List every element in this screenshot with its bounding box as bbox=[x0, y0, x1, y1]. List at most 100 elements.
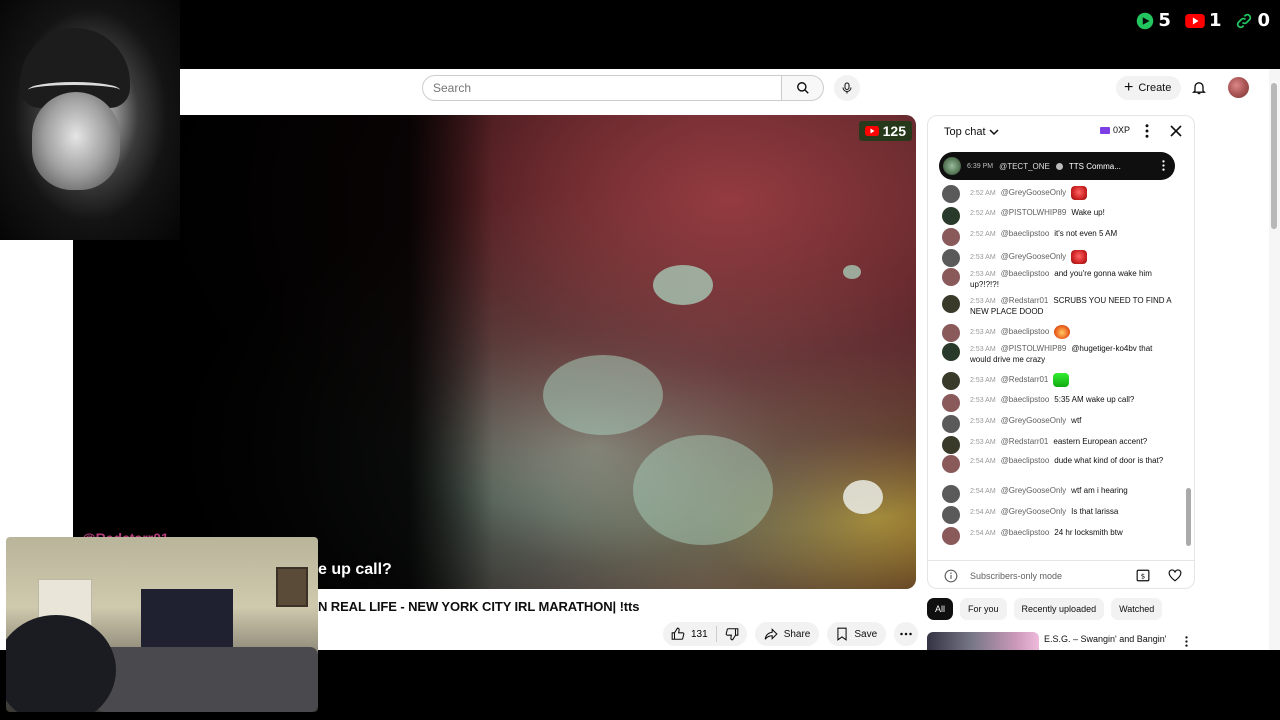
chat-message[interactable]: 2:52 AM @PISTOLWHIP89 Wake up! bbox=[942, 207, 1172, 225]
chat-avatar[interactable] bbox=[942, 185, 960, 203]
chat-avatar[interactable] bbox=[942, 485, 960, 503]
chat-avatar[interactable] bbox=[942, 324, 960, 342]
like-count: 131 bbox=[691, 628, 708, 640]
chat-header: Top chat bbox=[928, 116, 1194, 148]
chat-message[interactable]: 2:53 AM @GreyGooseOnly bbox=[942, 249, 1172, 267]
recommended-title[interactable]: E.S.G. – Swangin' and Bangin' bbox=[1044, 634, 1172, 644]
chat-message[interactable]: 2:53 AM @Redstarr01 bbox=[942, 372, 1172, 390]
chat-scrollbar[interactable] bbox=[1186, 488, 1191, 546]
play-counter: 5 bbox=[1136, 10, 1171, 31]
chat-close-button[interactable] bbox=[1170, 124, 1182, 142]
viewer-count-badge: 125 bbox=[858, 121, 912, 141]
video-player[interactable]: 125 bbox=[73, 115, 916, 589]
chat-timestamp: 2:53 AM bbox=[970, 397, 996, 404]
chat-avatar[interactable] bbox=[942, 394, 960, 412]
chat-author[interactable]: @Redstarr01 bbox=[1001, 296, 1049, 305]
chip-all[interactable]: All bbox=[927, 598, 954, 620]
chat-timestamp: 2:52 AM bbox=[970, 210, 996, 217]
chat-author[interactable]: @GreyGooseOnly bbox=[1001, 416, 1066, 425]
chat-menu-button[interactable] bbox=[1145, 124, 1149, 143]
chat-text: wtf am i hearing bbox=[1071, 486, 1128, 495]
chat-message[interactable]: 2:53 AM @GreyGooseOnly wtf bbox=[942, 415, 1172, 433]
share-button[interactable]: Share bbox=[754, 622, 820, 646]
chat-author[interactable]: @Redstarr01 bbox=[1001, 437, 1049, 446]
chat-message-body: 2:53 AM @PISTOLWHIP89 @hugetiger-ko4bv tha… bbox=[970, 344, 1172, 365]
chat-message[interactable]: 2:54 AM @GreyGooseOnly Is that larissa bbox=[942, 506, 1172, 524]
chat-message[interactable]: 2:53 AM @Redstarr01 SCRUBS YOU NEED TO FIN… bbox=[942, 295, 1172, 317]
like-button[interactable]: 131 bbox=[663, 626, 717, 642]
chip-watched[interactable]: Watched bbox=[1111, 598, 1163, 620]
pinned-author: @TECT_ONE bbox=[999, 161, 1050, 171]
chat-author[interactable]: @PISTOLWHIP89 bbox=[1001, 344, 1067, 353]
chat-message-body: 2:53 AM @baeclipstoo bbox=[970, 325, 1172, 339]
chat-author[interactable]: @baeclipstoo bbox=[1001, 456, 1050, 465]
chat-avatar[interactable] bbox=[942, 415, 960, 433]
info-icon[interactable] bbox=[944, 569, 958, 583]
recommended-thumbnail[interactable] bbox=[927, 632, 1039, 650]
xp-badge[interactable]: 0XP bbox=[1100, 125, 1130, 135]
heart-icon[interactable] bbox=[1168, 569, 1182, 582]
chat-author[interactable]: @PISTOLWHIP89 bbox=[1001, 208, 1067, 217]
notifications-button[interactable] bbox=[1191, 79, 1207, 101]
chat-message[interactable]: 2:53 AM @PISTOLWHIP89 @hugetiger-ko4bv tha… bbox=[942, 343, 1172, 365]
search-input[interactable]: Search bbox=[422, 75, 782, 101]
chat-message[interactable]: 2:53 AM @baeclipstoo bbox=[942, 324, 1172, 342]
chat-message-body: 2:54 AM @baeclipstoo 24 hr locksmith btw bbox=[970, 528, 1172, 539]
chat-avatar[interactable] bbox=[942, 228, 960, 246]
chat-message[interactable]: 2:52 AM @GreyGooseOnly bbox=[942, 185, 1172, 203]
more-actions-button[interactable] bbox=[894, 622, 919, 646]
chat-avatar[interactable] bbox=[942, 343, 960, 361]
chat-avatar[interactable] bbox=[942, 268, 960, 286]
search-bar: Search bbox=[422, 75, 860, 101]
chat-author[interactable]: @baeclipstoo bbox=[1001, 229, 1050, 238]
recommended-menu-button[interactable] bbox=[1185, 634, 1188, 650]
page-scrollbar-thumb[interactable] bbox=[1271, 83, 1277, 229]
save-button[interactable]: Save bbox=[827, 622, 887, 646]
chat-text: Wake up! bbox=[1071, 208, 1105, 217]
chip-recently-uploaded[interactable]: Recently uploaded bbox=[1013, 598, 1105, 620]
verified-icon bbox=[1055, 162, 1063, 170]
chat-message[interactable]: 2:54 AM @baeclipstoo dude what kind of doo… bbox=[942, 455, 1172, 473]
chat-author[interactable]: @baeclipstoo bbox=[1001, 528, 1050, 537]
chat-message[interactable]: 2:53 AM @Redstarr01 eastern European accen… bbox=[942, 436, 1172, 454]
chat-message[interactable]: 2:53 AM @baeclipstoo and you're gonna wake… bbox=[942, 268, 1172, 290]
chat-message[interactable]: 2:54 AM @GreyGooseOnly wtf am i hearing bbox=[942, 485, 1172, 503]
video-caption: e up call? bbox=[318, 561, 392, 578]
chat-author[interactable]: @baeclipstoo bbox=[1001, 327, 1050, 336]
search-button[interactable] bbox=[782, 75, 824, 101]
pinned-message[interactable]: 6:39 PM @TECT_ONE TTS Comma... bbox=[939, 152, 1175, 180]
more-vertical-icon bbox=[1185, 636, 1188, 647]
chat-avatar[interactable] bbox=[942, 506, 960, 524]
account-avatar[interactable] bbox=[1228, 77, 1249, 98]
chat-author[interactable]: @baeclipstoo bbox=[1001, 269, 1050, 278]
pinned-avatar bbox=[943, 157, 961, 175]
chat-timestamp: 2:53 AM bbox=[970, 271, 996, 278]
pinned-menu-button[interactable] bbox=[1162, 159, 1165, 173]
share-icon bbox=[764, 628, 778, 640]
chat-avatar[interactable] bbox=[942, 455, 960, 473]
pinned-time: 6:39 PM bbox=[967, 162, 994, 170]
bell-icon bbox=[1192, 82, 1206, 95]
chat-avatar[interactable] bbox=[942, 527, 960, 545]
chat-author[interactable]: @GreyGooseOnly bbox=[1001, 507, 1066, 516]
create-button[interactable]: + Create bbox=[1116, 76, 1182, 100]
chat-avatar[interactable] bbox=[942, 295, 960, 313]
super-chat-icon[interactable]: $ bbox=[1136, 569, 1150, 582]
chat-author[interactable]: @Redstarr01 bbox=[1001, 375, 1049, 384]
chat-author[interactable]: @GreyGooseOnly bbox=[1001, 252, 1066, 261]
chat-message[interactable]: 2:53 AM @baeclipstoo 5:35 AM wake up call? bbox=[942, 394, 1172, 412]
chat-avatar[interactable] bbox=[942, 249, 960, 267]
chat-author[interactable]: @baeclipstoo bbox=[1001, 395, 1050, 404]
chat-author[interactable]: @GreyGooseOnly bbox=[1001, 486, 1066, 495]
chat-timestamp: 2:53 AM bbox=[970, 329, 996, 337]
chat-author[interactable]: @GreyGooseOnly bbox=[1001, 188, 1066, 197]
chat-mode-dropdown[interactable]: Top chat bbox=[944, 126, 999, 138]
chat-message[interactable]: 2:54 AM @baeclipstoo 24 hr locksmith btw bbox=[942, 527, 1172, 545]
voice-search-button[interactable] bbox=[834, 75, 860, 101]
chat-avatar[interactable] bbox=[942, 372, 960, 390]
chat-avatar[interactable] bbox=[942, 207, 960, 225]
chat-avatar[interactable] bbox=[942, 436, 960, 454]
chip-for-you[interactable]: For you bbox=[960, 598, 1007, 620]
chat-message[interactable]: 2:52 AM @baeclipstoo it's not even 5 AM bbox=[942, 228, 1172, 246]
dislike-button[interactable] bbox=[717, 627, 747, 641]
